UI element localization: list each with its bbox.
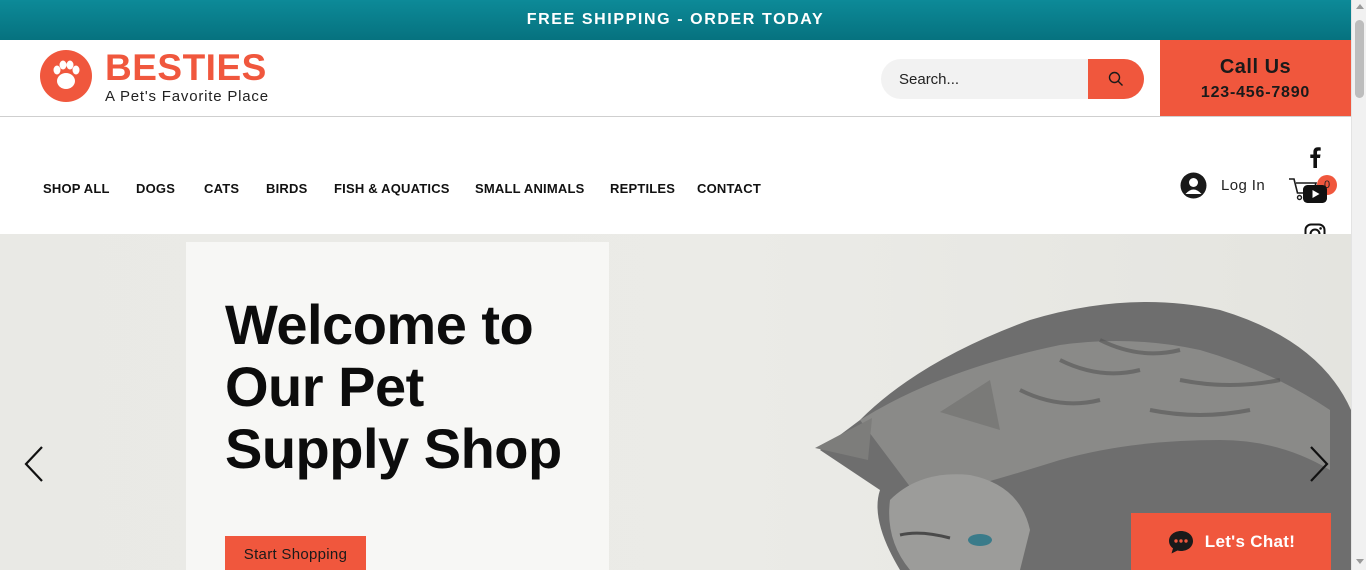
chevron-right-icon: [1310, 446, 1329, 482]
logo-paw-icon[interactable]: [40, 50, 92, 102]
brand-tagline: A Pet's Favorite Place: [105, 88, 269, 105]
nav-item-shop-all[interactable]: SHOP ALL: [43, 181, 110, 196]
search-icon: [1108, 71, 1123, 86]
scroll-down-arrow[interactable]: [1356, 559, 1364, 564]
nav-item-cats[interactable]: CATS: [204, 181, 239, 196]
nav-item-fish-aquatics[interactable]: FISH & AQUATICS: [334, 181, 450, 196]
hero-title: Welcome to Our Pet Supply Shop: [225, 293, 562, 480]
nav-item-contact[interactable]: CONTACT: [697, 181, 761, 196]
search-bar: [881, 59, 1144, 99]
nav-item-reptiles[interactable]: REPTILES: [610, 181, 675, 196]
youtube-icon[interactable]: [1302, 181, 1328, 207]
nav-item-birds[interactable]: BIRDS: [266, 181, 307, 196]
promo-text: FREE SHIPPING - ORDER TODAY: [526, 11, 825, 28]
call-us-panel[interactable]: Call Us 123-456-7890: [1160, 40, 1351, 116]
chat-bubble-icon: [1168, 530, 1193, 553]
user-avatar-icon: [1180, 172, 1207, 199]
chat-widget-button[interactable]: Let's Chat!: [1131, 513, 1331, 570]
login-button[interactable]: Log In: [1180, 172, 1265, 199]
main-nav: SHOP ALL DOGS CATS BIRDS FISH & AQUATICS…: [0, 118, 1351, 234]
scroll-up-arrow[interactable]: [1356, 4, 1364, 9]
nav-item-small-animals[interactable]: SMALL ANIMALS: [475, 181, 584, 196]
promo-bar: FREE SHIPPING - ORDER TODAY: [0, 0, 1351, 40]
slider-next-button[interactable]: [1303, 442, 1333, 486]
search-button[interactable]: [1088, 59, 1144, 99]
start-shopping-button[interactable]: Start Shopping: [225, 536, 366, 570]
call-us-phone[interactable]: 123-456-7890: [1160, 84, 1351, 102]
chevron-left-icon: [24, 446, 43, 482]
page-scrollbar[interactable]: [1351, 0, 1366, 570]
nav-item-dogs[interactable]: DOGS: [136, 181, 175, 196]
brand-name[interactable]: BESTIES: [105, 48, 267, 88]
chat-label: Let's Chat!: [1204, 531, 1296, 551]
scroll-thumb[interactable]: [1355, 20, 1364, 98]
search-input[interactable]: [881, 59, 1088, 99]
site-header: BESTIES A Pet's Favorite Place Call Us 1…: [0, 40, 1351, 117]
facebook-icon[interactable]: [1302, 144, 1328, 170]
login-label: Log In: [1221, 177, 1266, 194]
call-us-title: Call Us: [1219, 56, 1292, 78]
slider-prev-button[interactable]: [22, 442, 52, 486]
